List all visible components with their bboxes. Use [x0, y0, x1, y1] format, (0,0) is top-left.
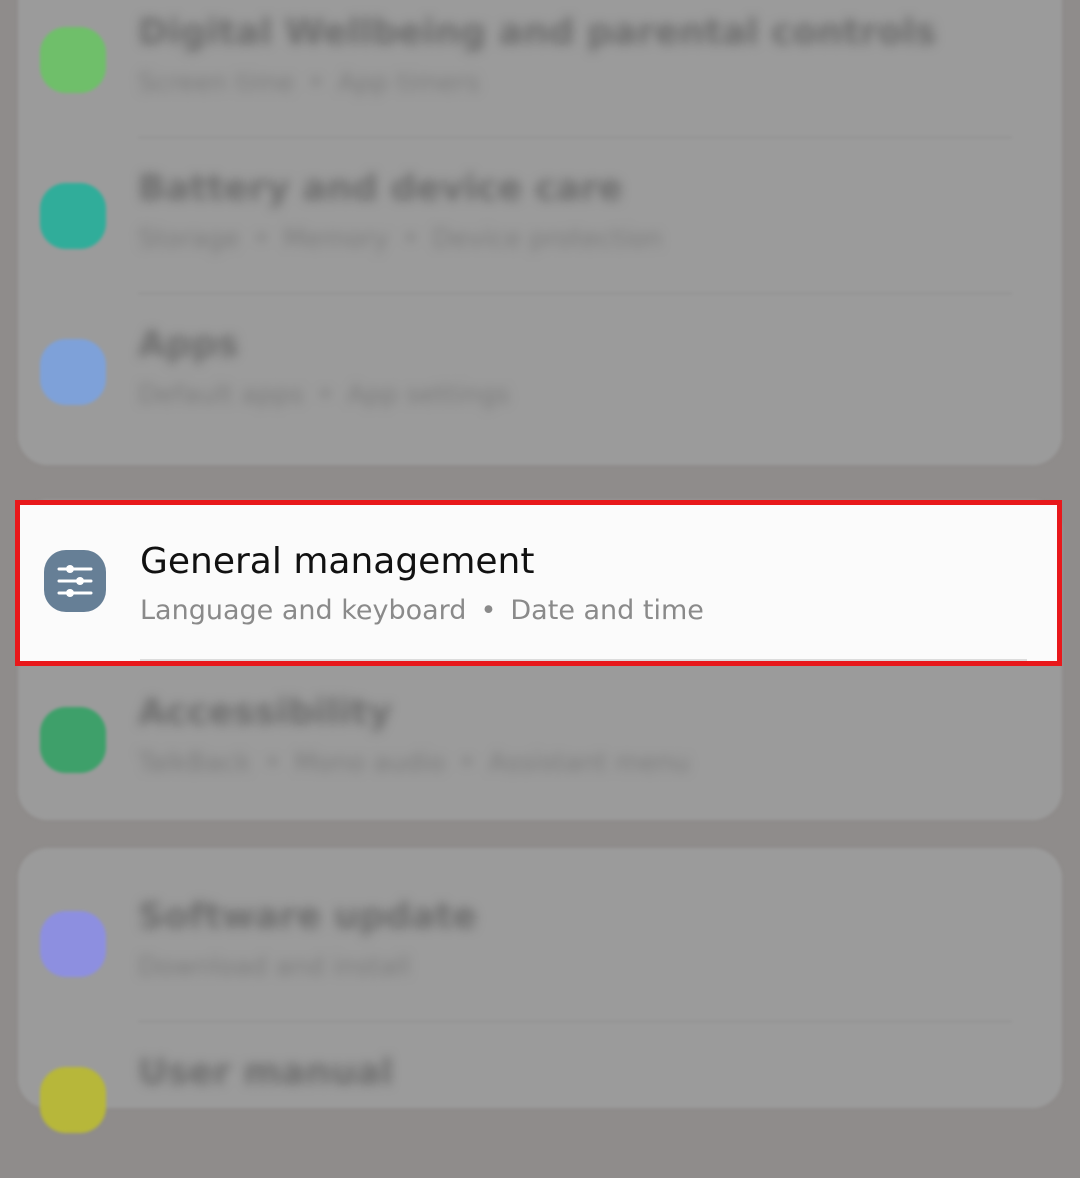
- settings-item-subtitle: TalkBack • Mono audio • Assistant menu: [138, 748, 690, 778]
- battery-icon: [40, 183, 106, 249]
- subtitle-part: App timers: [337, 68, 480, 98]
- settings-group-3: Software update Download and install Use…: [18, 848, 1062, 1133]
- settings-item-digital-wellbeing[interactable]: Digital Wellbeing and parental controls …: [18, 0, 1062, 138]
- settings-item-accessibility[interactable]: Accessibility TalkBack • Mono audio • Assist…: [18, 662, 1062, 818]
- settings-item-general-management[interactable]: General management Language and keyboard…: [15, 500, 1062, 666]
- digital-wellbeing-icon: [40, 27, 106, 93]
- apps-icon: [40, 339, 106, 405]
- subtitle-part: Assistant menu: [488, 748, 690, 778]
- subtitle-part: Storage: [138, 224, 240, 254]
- separator-dot: •: [480, 595, 497, 626]
- settings-item-battery[interactable]: Battery and device care Storage • Memory • D…: [18, 138, 1062, 294]
- settings-item-subtitle: Default apps • App settings: [138, 380, 510, 410]
- separator-dot: •: [308, 68, 324, 98]
- subtitle-part: Device protection: [432, 224, 663, 254]
- subtitle-part: Default apps: [138, 380, 304, 410]
- settings-item-title: General management: [140, 541, 535, 582]
- settings-screen: Digital Wellbeing and parental controls …: [0, 0, 1080, 1133]
- subtitle-part: Mono audio: [294, 748, 446, 778]
- separator-dot: •: [253, 224, 270, 254]
- sliders-icon-graphic: [57, 565, 93, 597]
- divider: [140, 659, 1027, 661]
- sliders-icon: [44, 550, 106, 612]
- separator-dot: •: [317, 380, 334, 410]
- separator-dot: •: [264, 748, 281, 778]
- settings-item-software-update[interactable]: Software update Download and install: [18, 866, 1062, 1022]
- settings-item-subtitle: Download and install: [138, 952, 411, 982]
- settings-item-title: Battery and device care: [138, 168, 623, 209]
- subtitle-part: App settings: [347, 380, 510, 410]
- software-update-icon: [40, 911, 106, 977]
- subtitle-part: Screen time: [138, 68, 295, 98]
- settings-item-title: User manual: [138, 1052, 394, 1093]
- accessibility-icon: [40, 707, 106, 773]
- separator-dot: •: [402, 224, 419, 254]
- settings-item-title: Software update: [138, 896, 477, 937]
- subtitle-part: Memory: [283, 224, 389, 254]
- settings-item-apps[interactable]: Apps Default apps • App settings: [18, 294, 1062, 450]
- user-manual-icon: [40, 1067, 106, 1133]
- subtitle-part: TalkBack: [138, 748, 251, 778]
- subtitle-date-time: Date and time: [510, 595, 704, 626]
- settings-item-subtitle: Language and keyboard • Date and time: [140, 595, 704, 626]
- settings-item-subtitle: Screen time • App timers: [138, 68, 480, 98]
- settings-item-title: Digital Wellbeing and parental controls: [138, 12, 937, 53]
- settings-item-user-manual[interactable]: User manual: [18, 1022, 1062, 1178]
- subtitle-language-keyboard: Language and keyboard: [140, 595, 467, 626]
- settings-item-title: Apps: [138, 324, 239, 365]
- settings-item-title: Accessibility: [138, 692, 392, 733]
- settings-item-subtitle: Storage • Memory • Device protection: [138, 224, 662, 254]
- settings-group-1: Digital Wellbeing and parental controls …: [18, 0, 1062, 465]
- separator-dot: •: [459, 748, 475, 778]
